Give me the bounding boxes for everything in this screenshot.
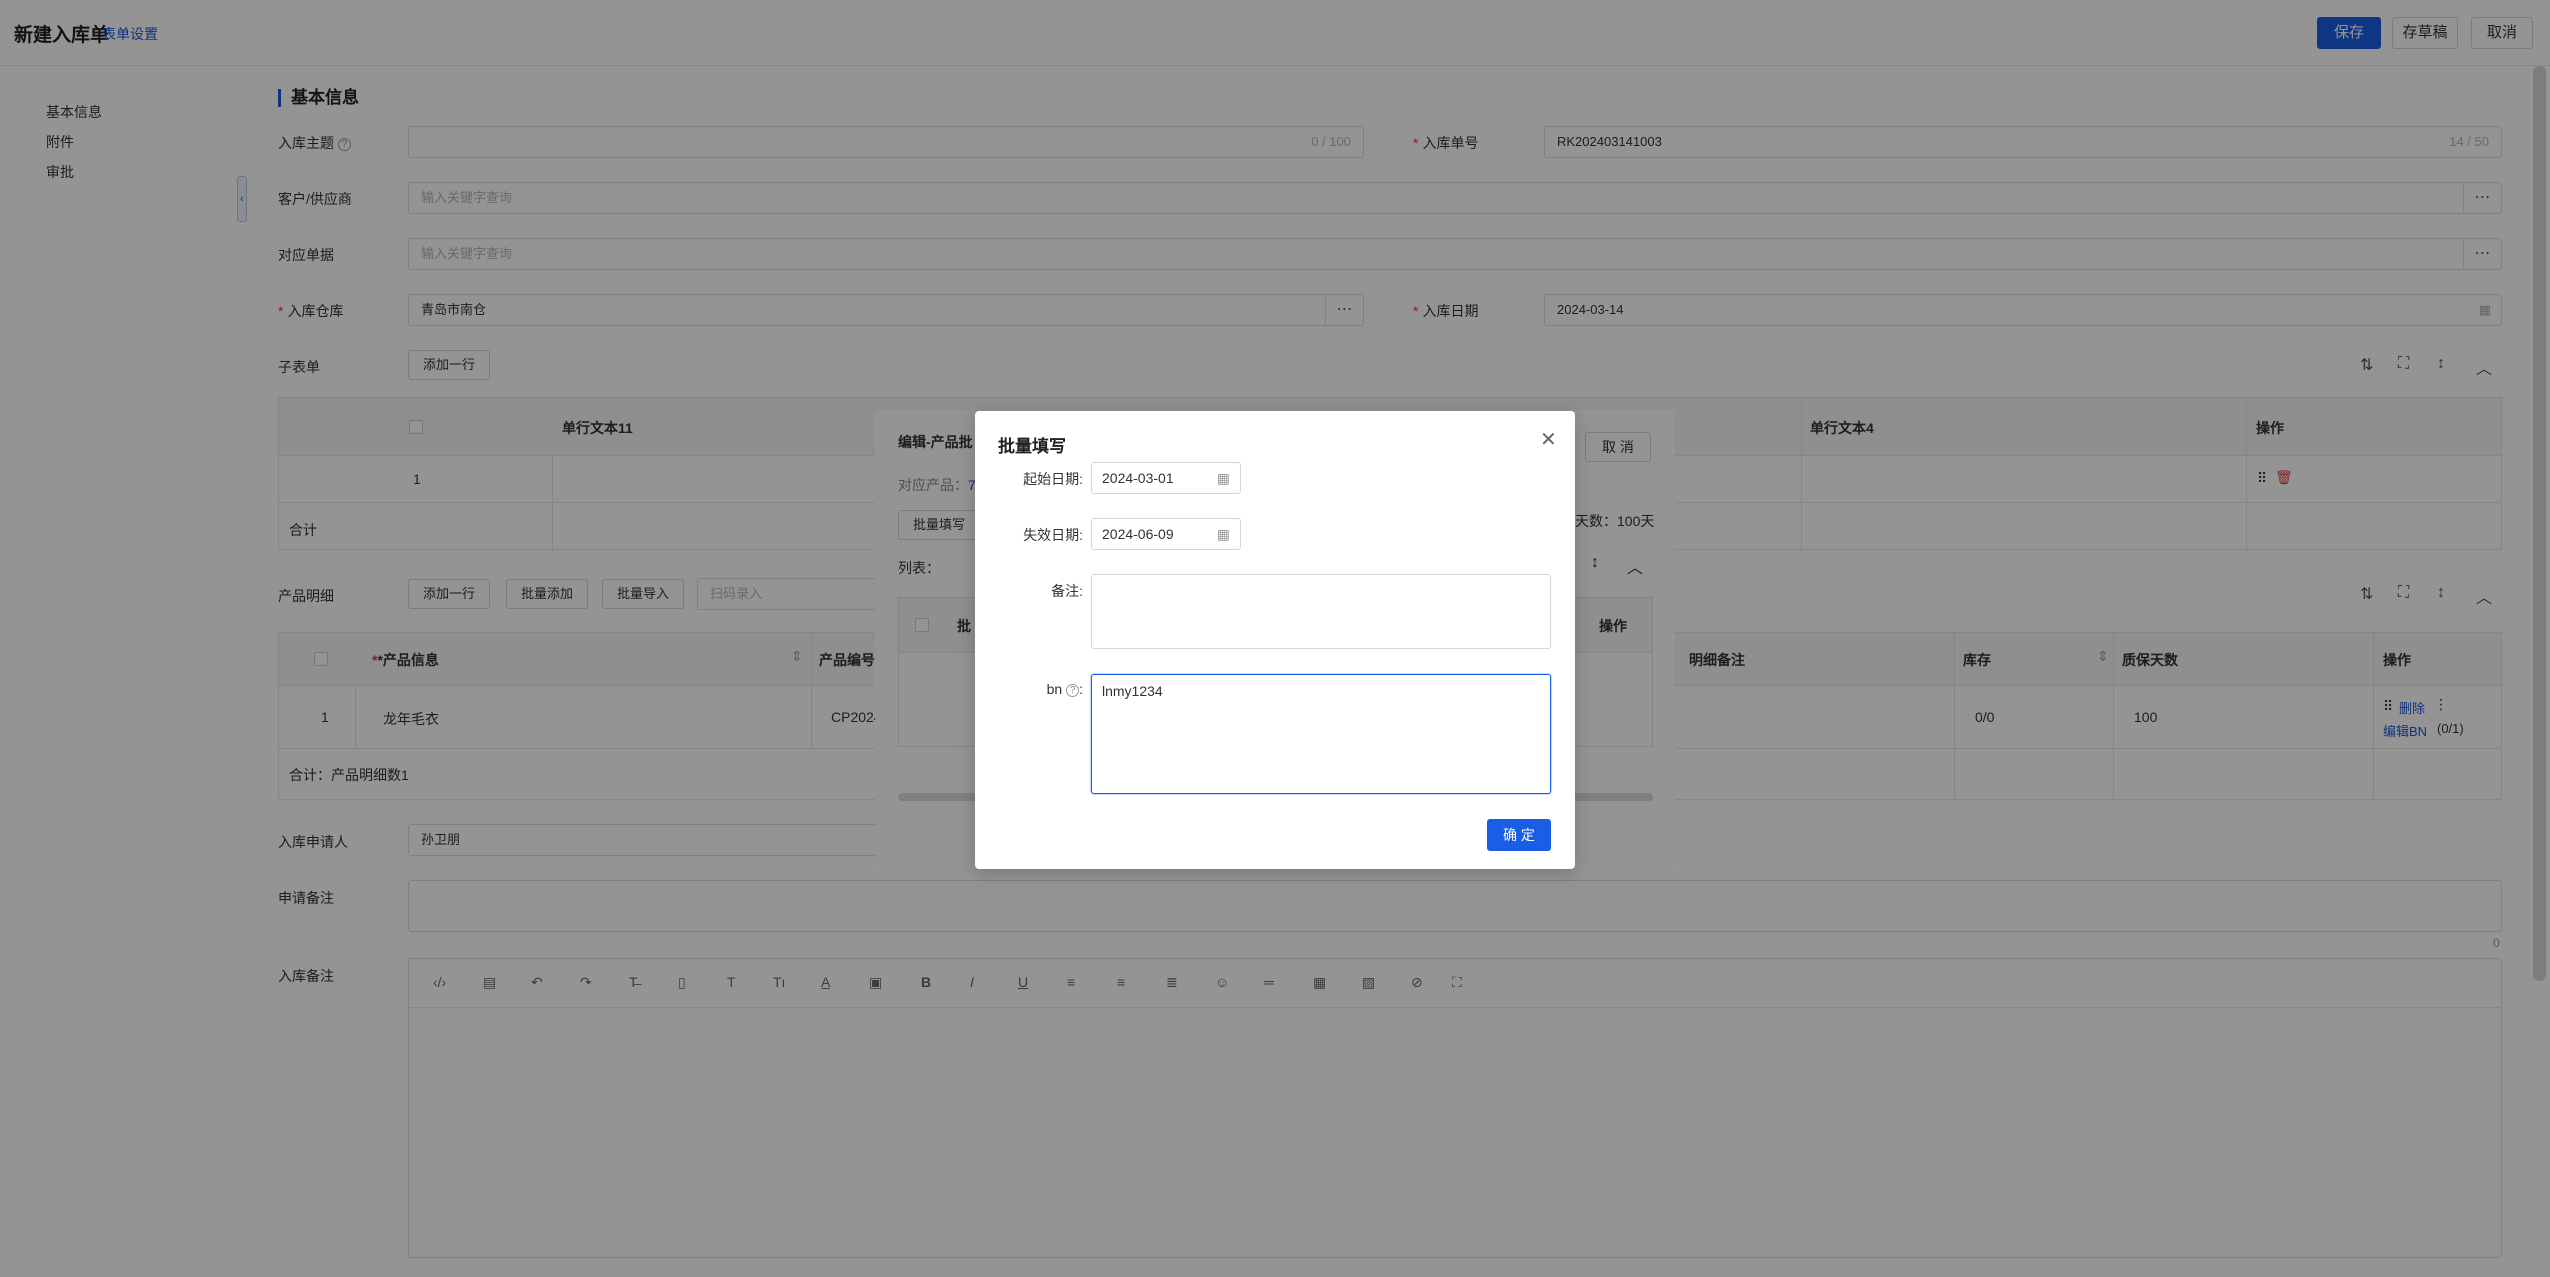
calendar-icon: ▦ xyxy=(1216,526,1230,542)
modal-title: 批量填写 xyxy=(998,437,1066,456)
start-date-label: 起始日期: xyxy=(1023,471,1083,487)
help-circle-icon[interactable]: ? xyxy=(1066,684,1080,697)
remark-textarea[interactable] xyxy=(1091,574,1551,649)
bn-label: bn ?: xyxy=(1046,681,1083,697)
start-date-input[interactable]: 2024-03-01 ▦ xyxy=(1091,462,1241,494)
expire-date-label: 失效日期: xyxy=(1023,527,1083,543)
close-icon[interactable]: ✕ xyxy=(1540,427,1557,452)
expire-date-input[interactable]: 2024-06-09 ▦ xyxy=(1091,518,1241,550)
batch-fill-modal: 批量填写 ✕ 起始日期: 2024-03-01 ▦ 失效日期: 2024-06-… xyxy=(975,411,1575,869)
remark-label: 备注: xyxy=(1051,583,1083,599)
confirm-button[interactable]: 确 定 xyxy=(1487,819,1551,851)
bn-textarea[interactable]: lnmy1234 xyxy=(1091,674,1551,794)
calendar-icon: ▦ xyxy=(1216,470,1230,486)
